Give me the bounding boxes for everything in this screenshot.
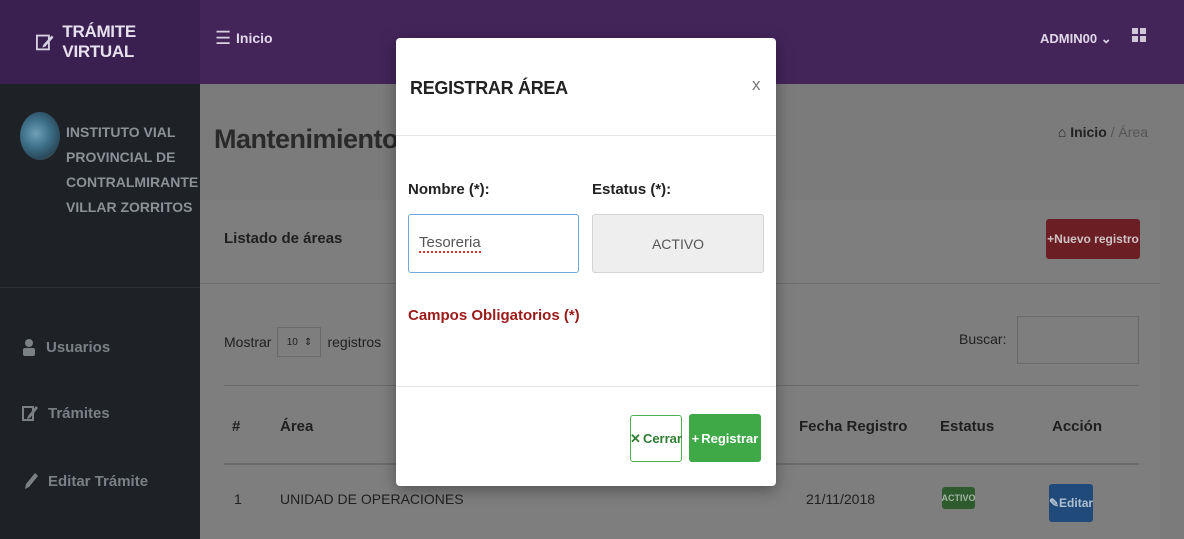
register-button[interactable]: + Registrar: [689, 414, 761, 462]
breadcrumb: ⌂ Inicio / Área: [1058, 124, 1148, 140]
show-suffix: registros: [327, 334, 382, 350]
org-logo: [20, 112, 60, 160]
column-header[interactable]: Fecha Registro: [799, 418, 907, 435]
apps-grid-icon[interactable]: [1132, 28, 1146, 42]
cancel-button[interactable]: ✕ Cerrar: [630, 415, 682, 462]
sidebar-item-label: Usuarios: [46, 338, 111, 356]
org-name: INSTITUTO VIAL PROVINCIAL DE CONTRALMIRA…: [66, 120, 199, 220]
breadcrumb-current: Área: [1118, 124, 1148, 140]
org-panel: INSTITUTO VIAL PROVINCIAL DE CONTRALMIRA…: [0, 84, 200, 288]
brand[interactable]: TRÁMITE VIRTUAL: [0, 0, 200, 84]
name-label: Nombre (*):: [408, 181, 490, 198]
close-icon[interactable]: x: [752, 75, 761, 95]
edit-icon: [36, 34, 54, 51]
modal-footer: ✕ Cerrar + Registrar: [396, 386, 776, 486]
name-value: Tesoreria: [419, 233, 481, 253]
column-header[interactable]: Acción: [1052, 418, 1102, 435]
sidebar-item-label: Editar Trámite: [48, 472, 149, 490]
plus-icon: +: [1047, 232, 1055, 246]
name-field[interactable]: Tesoreria: [408, 214, 579, 273]
new-record-label: Nuevo registro: [1054, 232, 1139, 246]
brand-title: TRÁMITE VIRTUAL: [62, 22, 136, 61]
card-title: Listado de áreas: [224, 230, 343, 247]
breadcrumb-home[interactable]: Inicio: [1070, 124, 1107, 140]
show-prefix: Mostrar: [224, 334, 272, 350]
register-label: Registrar: [701, 430, 759, 446]
page-length-select[interactable]: 10 ⇕: [277, 327, 322, 357]
page-length-control: Mostrar 10 ⇕ registros: [224, 327, 381, 357]
modal-header: REGISTRAR ÁREA x: [396, 38, 776, 136]
user-icon: [23, 339, 35, 356]
org-name-line: VILLAR ZORRITOS: [66, 199, 193, 215]
status-badge: ACTIVO: [942, 487, 976, 509]
cell-area: UNIDAD DE OPERACIONES: [280, 491, 464, 507]
breadcrumb-separator: /: [1110, 124, 1115, 140]
org-name-line: INSTITUTO VIAL: [66, 124, 176, 140]
sidebar-item-editar-tramite[interactable]: Editar Trámite: [22, 472, 148, 490]
new-record-button[interactable]: + Nuevo registro: [1046, 219, 1140, 259]
plus-icon: +: [691, 430, 700, 446]
edit-icon: ✎: [1048, 496, 1060, 510]
column-header[interactable]: #: [232, 418, 240, 435]
edit-icon: [22, 406, 38, 421]
sidebar: INSTITUTO VIAL PROVINCIAL DE CONTRALMIRA…: [0, 84, 200, 539]
close-icon: ✕: [630, 430, 641, 446]
edit-label: Editar: [1059, 496, 1094, 510]
chevron-down-icon: ⌄: [1100, 31, 1112, 46]
home-icon: ⌂: [1057, 124, 1067, 140]
column-header[interactable]: Área: [280, 418, 313, 435]
status-label: Estatus (*):: [592, 181, 672, 198]
sort-arrows-icon: ⇕: [303, 336, 313, 348]
column-header[interactable]: Estatus: [940, 418, 994, 435]
hamburger-menu-icon[interactable]: ☰: [215, 28, 231, 49]
register-area-modal: REGISTRAR ÁREA x Nombre (*): Estatus (*)…: [396, 38, 776, 486]
pen-icon: [25, 473, 38, 489]
user-name: ADMIN00: [1040, 31, 1098, 46]
required-fields-note: Campos Obligatorios (*): [408, 307, 580, 324]
page-length-value: 10: [286, 336, 298, 348]
status-field: ACTIVO: [592, 214, 764, 273]
sidebar-item-tramites[interactable]: Trámites: [22, 404, 110, 422]
cell-num: 1: [234, 491, 242, 507]
nav-inicio-link[interactable]: Inicio: [236, 30, 273, 46]
edit-button[interactable]: ✎ Editar: [1049, 484, 1093, 522]
search-input[interactable]: [1017, 316, 1139, 364]
search-label: Buscar:: [959, 331, 1007, 347]
user-menu[interactable]: ADMIN00 ⌄: [1040, 31, 1112, 47]
cancel-label: Cerrar: [642, 431, 682, 446]
org-name-line: CONTRALMIRANTE: [66, 174, 199, 190]
sidebar-item-label: Trámites: [48, 404, 110, 422]
modal-title: REGISTRAR ÁREA: [410, 78, 568, 98]
cell-fecha: 21/11/2018: [806, 491, 876, 507]
sidebar-item-usuarios[interactable]: Usuarios: [22, 338, 110, 356]
org-name-line: PROVINCIAL DE: [66, 149, 176, 165]
